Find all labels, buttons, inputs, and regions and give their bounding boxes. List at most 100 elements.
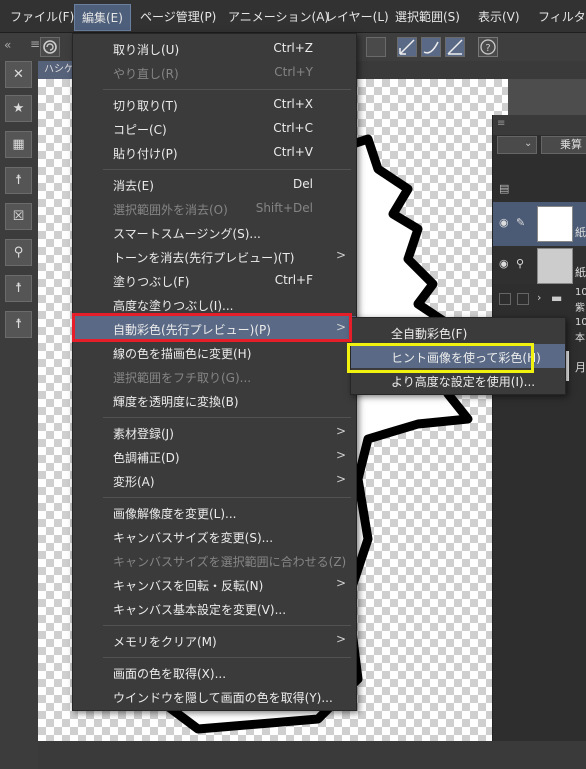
eye-icon[interactable]: ◉ xyxy=(499,257,509,270)
layer-folder-row[interactable]: › ▬ 10 紫 xyxy=(493,285,586,315)
menu-item-clear-outside-selection[interactable]: 選択範囲外を消去(O) Shift+Del xyxy=(73,196,356,220)
layer-name: 月 xyxy=(575,361,586,374)
menu-separator xyxy=(103,497,351,498)
submenu-item-full-auto-color[interactable]: 全自動彩色(F) xyxy=(351,320,565,344)
chevron-right-icon: > xyxy=(335,472,346,486)
layer-color-select[interactable]: ⌄ xyxy=(497,136,537,154)
menu-item-hide-window-get-screen-color[interactable]: ウインドウを隠して画面の色を取得(Y)... xyxy=(73,684,356,708)
menu-item-register-material[interactable]: 素材登録(J) > xyxy=(73,420,356,444)
menu-item-luminance-to-transparency[interactable]: 輝度を透明度に変換(B) xyxy=(73,388,356,412)
figure-tool-icon-4[interactable]: ☨ xyxy=(5,275,32,302)
panel-grip-icon: ≡ xyxy=(497,118,506,129)
menu-item-border-selection[interactable]: 選択範囲をフチ取り(G)... xyxy=(73,364,356,388)
vector-tool-button-2[interactable] xyxy=(421,37,441,57)
menu-item-redo[interactable]: やり直し(R) Ctrl+Y xyxy=(73,60,356,84)
layer-row[interactable]: ◉ ⚲ 紙 xyxy=(493,246,586,284)
figure-tool-icon[interactable]: ☨ xyxy=(5,167,32,194)
vector-tool-button-3[interactable] xyxy=(445,37,465,57)
star-tool-icon[interactable]: ★ xyxy=(5,95,32,122)
menu-item-rotate-flip-canvas[interactable]: キャンバスを回転・反転(N) > xyxy=(73,572,356,596)
menu-item-tonal-correction[interactable]: 色調補正(D) > xyxy=(73,444,356,468)
menu-separator xyxy=(103,417,351,418)
menu-item-copy[interactable]: コピー(C) Ctrl+C xyxy=(73,116,356,140)
menu-selection[interactable]: 選択範囲(S) xyxy=(395,8,460,25)
pen-icon: ✎ xyxy=(516,216,526,229)
toolbar-square-button[interactable] xyxy=(366,37,386,57)
menu-item-change-line-color[interactable]: 線の色を描画色に変更(H) xyxy=(73,340,356,364)
figure-tool-icon-2[interactable]: ☒ xyxy=(5,203,32,230)
layer-name: 紙 xyxy=(575,266,586,279)
layer-name: 紙 xyxy=(575,226,586,239)
svg-text:?: ? xyxy=(485,43,490,54)
menu-item-change-resolution[interactable]: 画像解像度を変更(L)... xyxy=(73,500,356,524)
reference-icon: ⚲ xyxy=(516,257,525,270)
help-bubble-icon: ? xyxy=(480,39,496,55)
layer-list-icon[interactable]: ▤ xyxy=(499,182,509,195)
pen-line-icon xyxy=(399,39,415,55)
layer-row[interactable]: ◉ ✎ 紙 xyxy=(493,202,586,246)
eraser-tool-icon[interactable]: ✕ xyxy=(5,61,32,88)
menu-item-undo[interactable]: 取り消し(U) Ctrl+Z xyxy=(73,36,356,60)
status-bar xyxy=(38,741,586,769)
layer-name: 10 xyxy=(575,287,586,298)
blend-mode-select[interactable]: 乗算 xyxy=(541,136,586,154)
eye-icon[interactable]: ◉ xyxy=(499,216,509,229)
yellow-callout-box xyxy=(347,343,534,373)
texture-tool-icon[interactable]: ▦ xyxy=(5,131,32,158)
chevron-right-icon[interactable]: › xyxy=(537,291,541,304)
menu-item-smart-smoothing[interactable]: スマートスムージング(S)... xyxy=(73,220,356,244)
menu-item-fill[interactable]: 塗りつぶし(F) Ctrl+F xyxy=(73,268,356,292)
app-logo-icon[interactable] xyxy=(40,37,60,57)
help-button[interactable]: ? xyxy=(478,37,498,57)
menu-view[interactable]: 表示(V) xyxy=(478,8,520,25)
menu-file[interactable]: ファイル(F) xyxy=(10,8,74,25)
menu-item-cut[interactable]: 切り取り(T) Ctrl+X xyxy=(73,92,356,116)
menu-item-fit-canvas-to-selection[interactable]: キャンバスサイズを選択範囲に合わせる(Z) xyxy=(73,548,356,572)
curve-icon xyxy=(423,41,439,54)
chevron-right-icon: > xyxy=(335,248,346,262)
figure-tool-icon-5[interactable]: ☨ xyxy=(5,311,32,338)
menu-layer[interactable]: レイヤー(L) xyxy=(325,8,389,25)
collapse-icon[interactable]: « xyxy=(4,38,11,52)
visibility-checkbox[interactable] xyxy=(499,293,511,305)
folder-icon: ▬ xyxy=(551,291,563,305)
chevron-right-icon: > xyxy=(335,632,346,646)
angle-icon xyxy=(447,39,463,55)
menu-animation[interactable]: アニメーション(A) xyxy=(228,8,329,25)
menu-edit[interactable]: 編集(E) xyxy=(74,4,131,31)
menu-filter[interactable]: フィルター( xyxy=(538,8,586,25)
layer-thumbnail xyxy=(537,248,573,284)
chevron-right-icon: > xyxy=(335,448,346,462)
tool-palette: ✕ ★ ▦ ☨ ☒ ⚲ ☨ ☨ xyxy=(0,61,39,769)
layer-panel-header: ≡ xyxy=(493,115,586,135)
menu-item-clear-tone[interactable]: トーンを消去(先行プレビュー)(T) > xyxy=(73,244,356,268)
menu-separator xyxy=(103,169,351,170)
chevron-right-icon: > xyxy=(335,424,346,438)
layer-name: 10 xyxy=(575,317,586,328)
layer-name: 紫 xyxy=(575,303,585,314)
menu-item-clear[interactable]: 消去(E) Del xyxy=(73,172,356,196)
edit-menu-dropdown: 取り消し(U) Ctrl+Z やり直し(R) Ctrl+Y 切り取り(T) Ctrl+… xyxy=(72,33,357,711)
menu-item-clear-memory[interactable]: メモリをクリア(M) > xyxy=(73,628,356,652)
menu-separator xyxy=(103,657,351,658)
menu-item-transform[interactable]: 変形(A) > xyxy=(73,468,356,492)
menu-item-paste[interactable]: 貼り付け(P) Ctrl+V xyxy=(73,140,356,164)
lock-checkbox[interactable] xyxy=(517,293,529,305)
red-callout-box xyxy=(72,313,352,342)
figure-tool-icon-3[interactable]: ⚲ xyxy=(5,239,32,266)
menu-separator xyxy=(103,89,351,90)
layer-panel: ≡ ⌄ 乗算 ▤ ◉ ✎ 紙 ◉ ⚲ 紙 › ▬ 10 紫 10 本 月 xyxy=(492,115,586,741)
chevron-down-icon: ⌄ xyxy=(524,138,533,149)
menu-bar: ファイル(F) 編集(E) ページ管理(P) アニメーション(A) レイヤー(L… xyxy=(0,0,586,33)
swirl-icon xyxy=(43,40,57,54)
menu-item-change-canvas-size[interactable]: キャンバスサイズを変更(S)... xyxy=(73,524,356,548)
menu-item-canvas-basic-settings[interactable]: キャンバス基本設定を変更(V)... xyxy=(73,596,356,620)
vector-tool-button-1[interactable] xyxy=(397,37,417,57)
panel-menu-icon[interactable]: ≡ xyxy=(30,37,40,51)
chevron-right-icon: > xyxy=(335,576,346,590)
layer-toolbar: ▤ xyxy=(497,158,586,200)
menu-page-management[interactable]: ページ管理(P) xyxy=(140,8,216,25)
menu-separator xyxy=(103,625,351,626)
layer-name: 本 xyxy=(575,333,585,344)
menu-item-get-screen-color[interactable]: 画面の色を取得(X)... xyxy=(73,660,356,684)
